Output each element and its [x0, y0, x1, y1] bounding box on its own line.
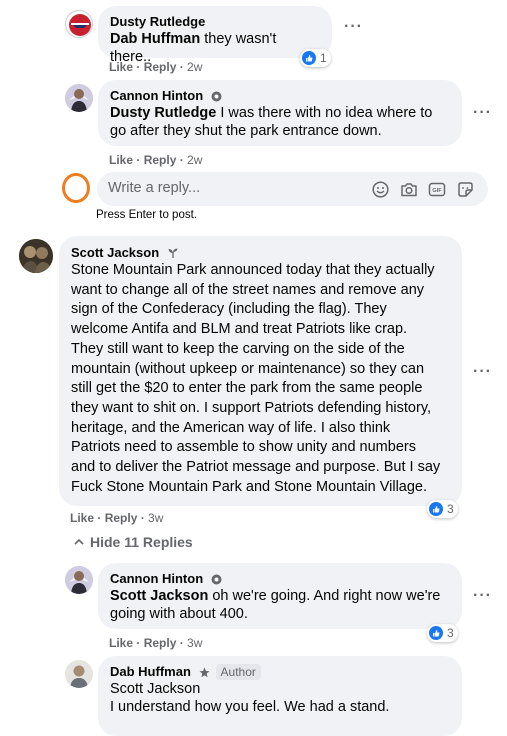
comment-actions: Like · Reply · 3w [70, 511, 164, 525]
like-button[interactable]: Like [109, 636, 133, 650]
like-button[interactable]: Like [109, 153, 133, 167]
more-options-icon[interactable]: ··· [344, 19, 363, 35]
mention-link[interactable]: Dab Huffman [110, 31, 200, 47]
author-badge: Author [215, 664, 261, 680]
timestamp[interactable]: 3w [187, 636, 202, 650]
comment-author[interactable]: Dab Huffman Author [110, 663, 450, 680]
reaction-count[interactable]: 3 [427, 500, 458, 518]
comment-text: Stone Mountain Park announced today that… [71, 262, 441, 495]
reply-input-placeholder[interactable]: Write a reply... [108, 180, 200, 196]
new-member-sprout-icon [168, 248, 178, 258]
timestamp[interactable]: 2w [187, 60, 202, 74]
comment-bubble: Cannon Hinton Dusty Rutledge I was there… [98, 80, 462, 146]
comment-actions: Like · Reply · 2w [109, 60, 203, 74]
gif-icon[interactable]: GIF [428, 181, 446, 198]
comment-text: Scott Jackson I understand how you feel.… [110, 681, 390, 715]
comment-bubble: Dusty Rutledge Dab Huffman they wasn't t… [98, 6, 332, 65]
timestamp[interactable]: 3w [148, 511, 163, 525]
more-options-icon[interactable]: ··· [473, 588, 492, 604]
like-reaction-icon [302, 51, 316, 65]
reply-button[interactable]: Reply [105, 511, 138, 525]
reply-button[interactable]: Reply [144, 153, 177, 167]
avatar[interactable] [65, 84, 93, 112]
reply-button[interactable]: Reply [144, 636, 177, 650]
avatar[interactable] [65, 10, 93, 38]
more-options-icon[interactable]: ··· [473, 105, 492, 121]
current-user-avatar-highlight[interactable] [62, 173, 90, 203]
timestamp[interactable]: 2w [187, 153, 202, 167]
comment-actions: Like · Reply · 3w [109, 636, 203, 650]
comment-bubble: Dab Huffman Author Scott Jackson I under… [98, 656, 462, 736]
comment-author[interactable]: Dusty Rutledge [110, 13, 320, 30]
avatar[interactable] [19, 239, 53, 273]
like-button[interactable]: Like [109, 60, 133, 74]
press-enter-hint: Press Enter to post. [96, 209, 197, 221]
comment-author[interactable]: Cannon Hinton [110, 570, 450, 587]
avatar[interactable] [65, 660, 93, 688]
top-fan-badge-icon [211, 91, 222, 102]
comment-author[interactable]: Scott Jackson [71, 244, 450, 261]
avatar[interactable] [65, 566, 93, 594]
sticker-icon[interactable] [457, 181, 474, 198]
chevron-up-icon [74, 538, 84, 545]
comment-bubble: Cannon Hinton Scott Jackson oh we're goi… [98, 563, 462, 629]
more-options-icon[interactable]: ··· [473, 364, 492, 380]
reply-button[interactable]: Reply [144, 60, 177, 74]
mention-link[interactable]: Scott Jackson [110, 588, 208, 604]
like-button[interactable]: Like [70, 511, 94, 525]
comment-text: Scott Jackson oh we're going. And right … [110, 588, 441, 622]
like-reaction-icon [429, 626, 443, 640]
svg-text:GIF: GIF [432, 188, 442, 194]
top-fan-badge-icon [211, 574, 222, 585]
like-reaction-icon [429, 502, 443, 516]
reaction-count[interactable]: 3 [427, 624, 458, 642]
comment-bubble: Scott Jackson Stone Mountain Park announ… [59, 236, 462, 506]
comment-actions: Like · Reply · 2w [109, 153, 203, 167]
emoji-icon[interactable] [372, 181, 389, 198]
comment-text: Dusty Rutledge I was there with no idea … [110, 105, 433, 139]
reaction-count[interactable]: 1 [300, 49, 331, 67]
comment-author[interactable]: Cannon Hinton [110, 87, 450, 104]
camera-icon[interactable] [400, 181, 418, 198]
hide-replies-button[interactable]: Hide 11 Replies [73, 534, 193, 550]
star-badge-icon [199, 667, 210, 678]
mention-link[interactable]: Dusty Rutledge [110, 105, 216, 121]
reply-input-box[interactable]: Write a reply... GIF [97, 172, 488, 206]
